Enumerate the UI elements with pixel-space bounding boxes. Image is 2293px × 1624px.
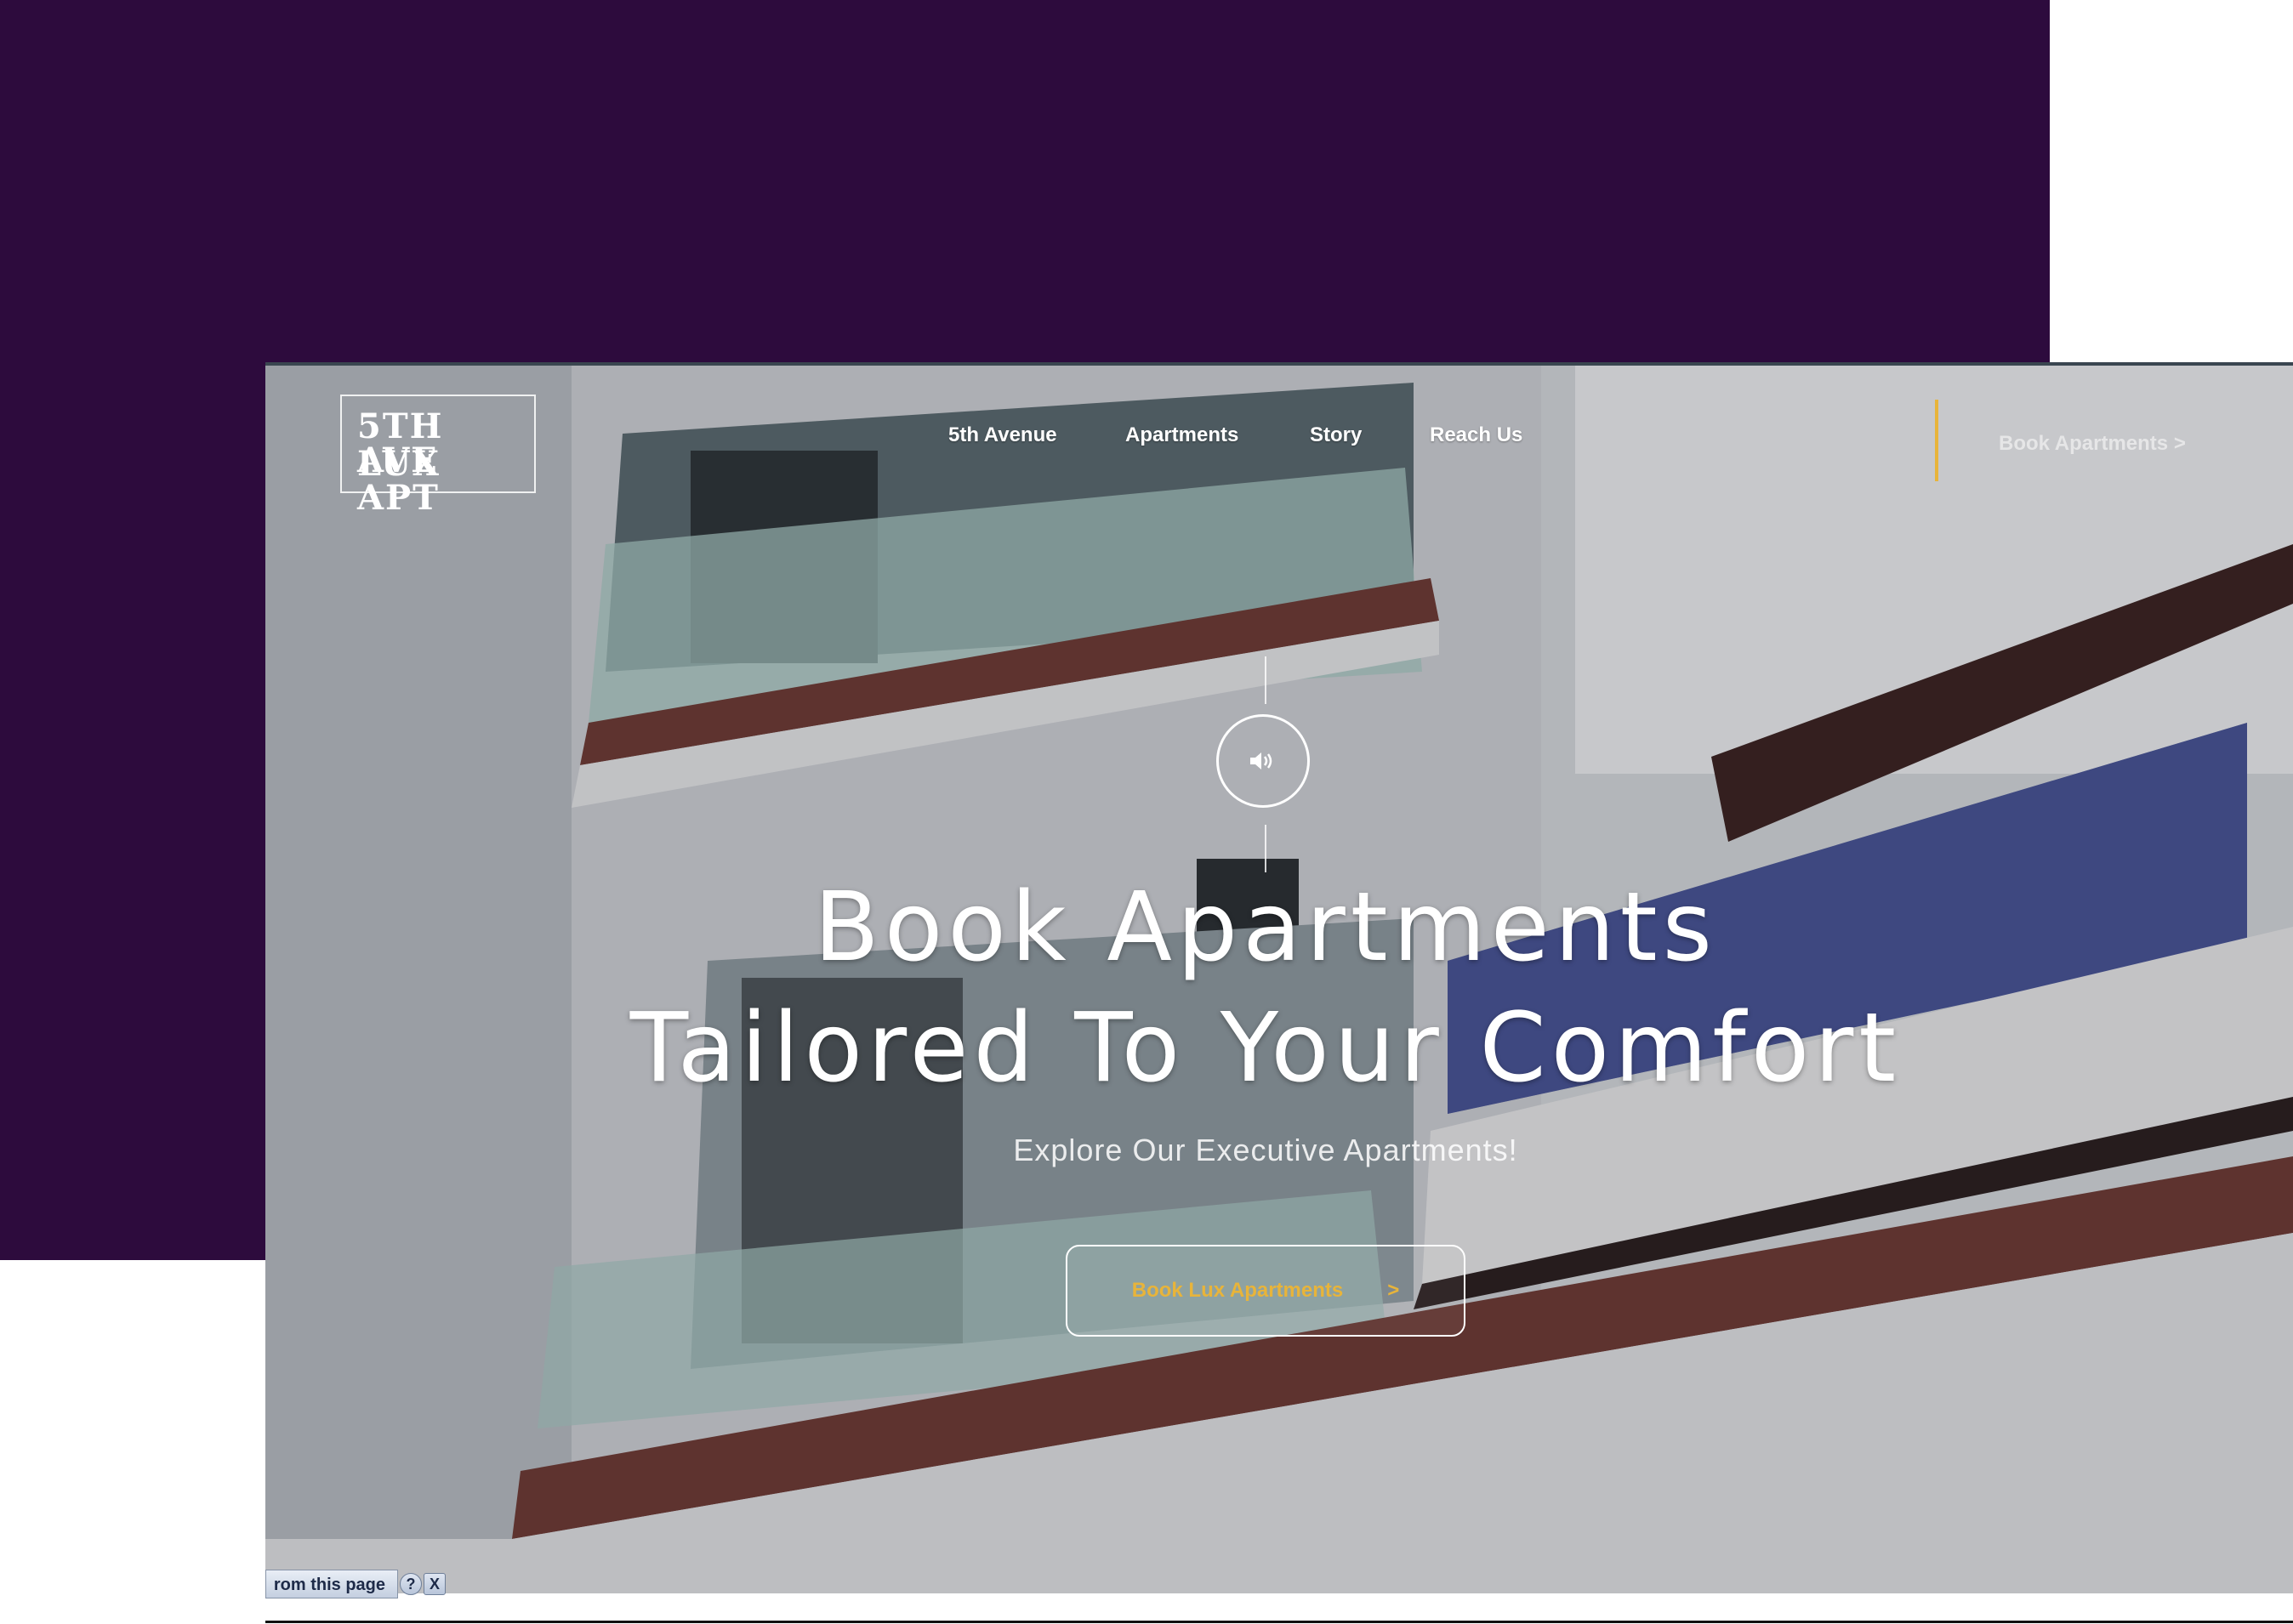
chevron-right-icon: > — [2173, 432, 2186, 455]
hero-section: 5TH AVE LUX APT 5th Avenue Apartments St… — [265, 362, 2293, 1593]
bottom-divider — [265, 1621, 2293, 1623]
nav-item-5th-avenue[interactable]: 5th Avenue — [948, 423, 1057, 447]
cta-label: Book Lux Apartments — [1131, 1279, 1344, 1302]
logo[interactable]: 5TH AVE LUX APT — [340, 395, 536, 515]
header-book-apartments-button[interactable]: Book Apartments > — [1999, 432, 2186, 456]
hero-title-line2: Tailored To Your Comfort — [629, 993, 1902, 1104]
sound-toggle-button[interactable] — [1216, 714, 1310, 808]
nav-item-story[interactable]: Story — [1310, 423, 1362, 447]
sound-line-bottom — [1265, 825, 1266, 872]
nav-item-reach-us[interactable]: Reach Us — [1430, 423, 1522, 447]
hero-subtitle: Explore Our Executive Apartments! — [1013, 1133, 1518, 1167]
nav-divider — [1935, 400, 1938, 481]
hero-title-line1: Book Apartments — [814, 872, 1717, 983]
browser-info-bar: rom this page ? X — [265, 1570, 446, 1598]
header-cta-label: Book Apartments — [1999, 432, 2169, 455]
logo-line2: LUX APT — [357, 444, 441, 518]
nav-item-apartments[interactable]: Apartments — [1125, 423, 1238, 447]
help-icon[interactable]: ? — [400, 1573, 422, 1595]
close-icon[interactable]: X — [424, 1573, 446, 1595]
sound-line-top — [1265, 656, 1266, 704]
info-bar-text[interactable]: rom this page — [265, 1570, 398, 1598]
book-lux-apartments-button[interactable]: Book Lux Apartments > — [1066, 1245, 1465, 1337]
speaker-icon — [1250, 752, 1272, 769]
chevron-right-icon: > — [1387, 1279, 1400, 1302]
